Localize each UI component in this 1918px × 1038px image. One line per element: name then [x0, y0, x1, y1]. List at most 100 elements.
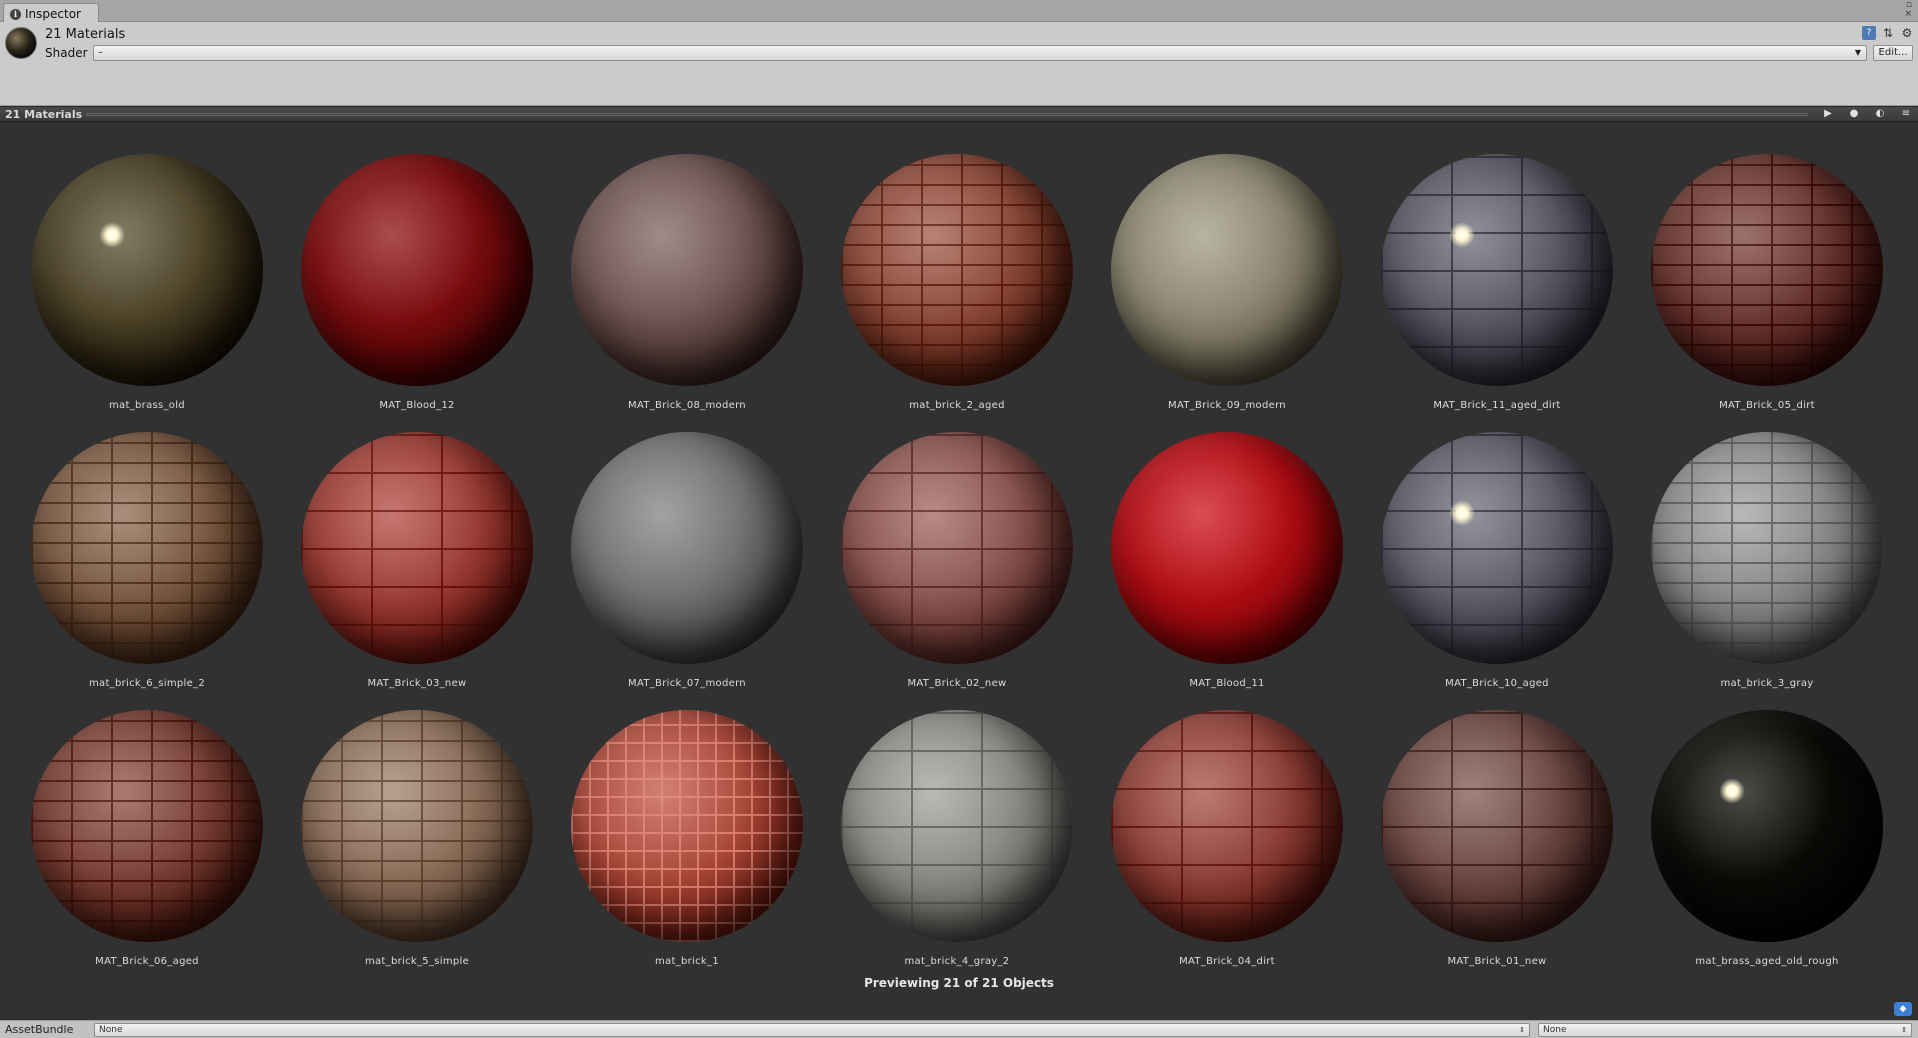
material-name: MAT_Brick_02_new — [907, 678, 1007, 689]
specular-highlight — [1719, 778, 1745, 804]
material-tile[interactable]: mat_brass_old — [27, 154, 267, 411]
material-tile[interactable]: MAT_Brick_07_modern — [567, 432, 807, 689]
material-name: mat_brick_2_aged — [909, 400, 1005, 411]
material-name: MAT_Brick_11_aged_dirt — [1433, 400, 1561, 411]
material-name: MAT_Brick_04_dirt — [1179, 956, 1275, 967]
shader-label: Shader — [45, 46, 88, 60]
material-tile[interactable]: MAT_Blood_11 — [1107, 432, 1347, 689]
material-tile[interactable]: MAT_Brick_04_dirt — [1107, 710, 1347, 967]
material-name: mat_brick_4_gray_2 — [904, 956, 1010, 967]
shader-value: – — [98, 47, 103, 58]
material-tile[interactable]: MAT_Brick_11_aged_dirt — [1377, 154, 1617, 411]
page-title: 21 Materials — [45, 27, 126, 42]
material-name: mat_brass_old — [109, 400, 185, 411]
material-sphere — [1651, 154, 1883, 386]
assetbundle-bar: AssetBundle None ⇕ None ⇕ — [0, 1020, 1918, 1038]
assetbundle-value: None — [99, 1025, 123, 1035]
material-name: MAT_Brick_08_modern — [628, 400, 746, 411]
close-icon[interactable]: × — [1904, 10, 1912, 19]
header-icons: ? ⇅ ⚙ — [1862, 26, 1914, 40]
variant-value: None — [1543, 1025, 1567, 1035]
material-tile[interactable]: MAT_Brick_06_aged — [27, 710, 267, 967]
specular-highlight — [99, 222, 125, 248]
material-tile[interactable]: mat_brick_4_gray_2 — [837, 710, 1077, 967]
material-tile[interactable]: mat_brick_5_simple — [297, 710, 537, 967]
play-icon[interactable]: ▶ — [1820, 108, 1836, 119]
material-name: MAT_Blood_11 — [1189, 678, 1265, 689]
gear-icon[interactable]: ⚙ — [1900, 26, 1914, 40]
preview-toolbar[interactable]: 21 Materials ▶ ● ◐ ≡ — [0, 106, 1918, 122]
preview-controls: ▶ ● ◐ ≡ — [1820, 108, 1914, 119]
material-tile[interactable]: MAT_Brick_03_new — [297, 432, 537, 689]
material-sphere — [841, 710, 1073, 942]
material-sphere — [841, 432, 1073, 664]
variant-dropdown[interactable]: None ⇕ — [1538, 1023, 1912, 1037]
label-tag-icon[interactable]: ◆ — [1894, 1002, 1912, 1016]
material-sphere — [31, 432, 263, 664]
material-tile[interactable]: mat_brick_1 — [567, 710, 807, 967]
material-sphere — [571, 432, 803, 664]
edit-shader-button[interactable]: Edit... — [1873, 45, 1913, 61]
material-tile[interactable]: MAT_Blood_12 — [297, 154, 537, 411]
material-sphere — [571, 154, 803, 386]
sphere-preview-icon[interactable]: ● — [1846, 108, 1862, 119]
material-name: mat_brick_3_gray — [1720, 678, 1814, 689]
material-sphere — [31, 710, 263, 942]
light-toggle-icon[interactable]: ◐ — [1872, 108, 1888, 119]
material-sphere — [1381, 154, 1613, 386]
material-tile[interactable]: MAT_Brick_08_modern — [567, 154, 807, 411]
material-name: mat_brick_1 — [655, 956, 719, 967]
preset-icon[interactable]: ⇅ — [1881, 26, 1895, 40]
tab-label: Inspector — [25, 7, 81, 21]
material-tile[interactable]: MAT_Brick_05_dirt — [1647, 154, 1887, 411]
material-name: MAT_Brick_01_new — [1447, 956, 1547, 967]
material-name: MAT_Blood_12 — [379, 400, 455, 411]
material-name: mat_brass_aged_old_rough — [1695, 956, 1839, 967]
material-sphere — [1651, 710, 1883, 942]
material-sphere — [1381, 432, 1613, 664]
material-tile[interactable]: mat_brick_2_aged — [837, 154, 1077, 411]
material-sphere — [301, 154, 533, 386]
material-name: MAT_Brick_09_modern — [1168, 400, 1286, 411]
tab-strip: i Inspector ▫ × — [0, 0, 1918, 22]
tab-inspector[interactable]: i Inspector — [3, 3, 99, 22]
material-sphere — [1111, 432, 1343, 664]
help-book-icon[interactable]: ? — [1862, 26, 1876, 40]
preview-title: 21 Materials — [5, 108, 83, 121]
material-sphere — [301, 710, 533, 942]
material-thumbnail — [5, 27, 37, 59]
assetbundle-dropdown[interactable]: None ⇕ — [94, 1023, 1530, 1037]
material-preview-grid: Previewing 21 of 21 Objects ◆ mat_brass_… — [0, 122, 1918, 1020]
material-tile[interactable]: mat_brick_6_simple_2 — [27, 432, 267, 689]
shader-dropdown[interactable]: – ▼ — [93, 45, 1867, 61]
material-sphere — [1111, 154, 1343, 386]
specular-highlight — [1449, 500, 1475, 526]
material-sphere — [1111, 710, 1343, 942]
menu-icon[interactable]: ≡ — [1898, 108, 1914, 119]
dropdown-arrow-icon: ▼ — [1854, 48, 1861, 57]
material-tile[interactable]: MAT_Brick_02_new — [837, 432, 1077, 689]
material-tile[interactable]: MAT_Brick_01_new — [1377, 710, 1617, 967]
material-name: MAT_Brick_10_aged — [1445, 678, 1549, 689]
updown-arrow-icon: ⇕ — [1519, 1026, 1525, 1034]
material-tile[interactable]: mat_brass_aged_old_rough — [1647, 710, 1887, 967]
material-sphere — [31, 154, 263, 386]
window-controls: ▫ × — [1904, 1, 1912, 19]
material-tile[interactable]: mat_brick_3_gray — [1647, 432, 1887, 689]
material-name: MAT_Brick_06_aged — [95, 956, 199, 967]
material-tile[interactable]: MAT_Brick_10_aged — [1377, 432, 1617, 689]
preview-status: Previewing 21 of 21 Objects — [864, 976, 1054, 990]
inspector-header: 21 Materials Shader – ▼ Edit... ? ⇅ ⚙ — [0, 22, 1918, 106]
material-tile[interactable]: MAT_Brick_09_modern — [1107, 154, 1347, 411]
specular-highlight — [1449, 222, 1475, 248]
material-name: MAT_Brick_03_new — [367, 678, 467, 689]
material-sphere — [571, 710, 803, 942]
material-name: MAT_Brick_07_modern — [628, 678, 746, 689]
material-name: mat_brick_6_simple_2 — [88, 678, 206, 689]
material-sphere — [1381, 710, 1613, 942]
updown-arrow-icon: ⇕ — [1901, 1026, 1907, 1034]
assetbundle-label: AssetBundle — [5, 1023, 74, 1036]
drag-handle[interactable] — [86, 113, 1808, 116]
material-sphere — [301, 432, 533, 664]
info-icon: i — [10, 8, 21, 20]
